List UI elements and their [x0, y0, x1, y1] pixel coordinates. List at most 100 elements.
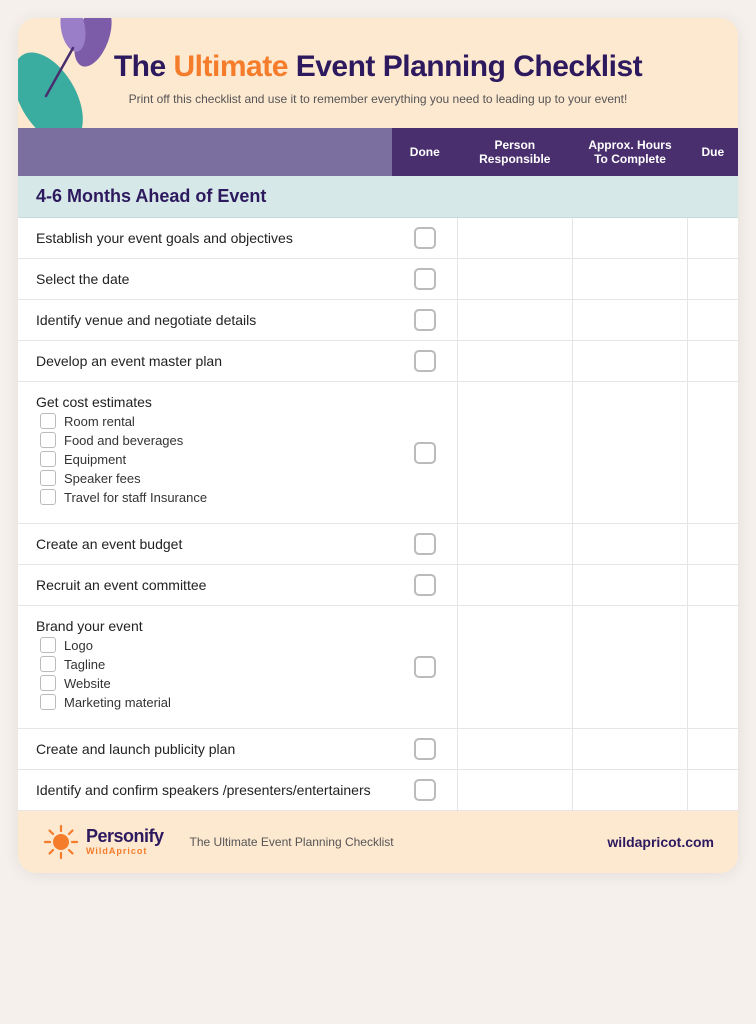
sub-checkbox[interactable] [40, 694, 56, 710]
due-cell [688, 565, 738, 606]
hours-cell [572, 606, 687, 729]
table-row: Brand your event Logo Tagline Website Market… [18, 606, 738, 729]
due-cell [688, 218, 738, 259]
sub-checkbox[interactable] [40, 489, 56, 505]
task-cell: Create and launch publicity plan [18, 729, 392, 770]
col-header-hours: Approx. Hours To Complete [572, 128, 687, 176]
footer-website: wildapricot.com [607, 834, 714, 850]
header: The Ultimate Event Planning Checklist Pr… [18, 18, 738, 128]
footer-doc-title: The Ultimate Event Planning Checklist [190, 835, 394, 849]
sub-items-list: Logo Tagline Website Marketing material [40, 637, 382, 710]
header-subtitle: Print off this checklist and use it to r… [114, 92, 642, 106]
done-checkbox[interactable] [414, 656, 436, 678]
col-header-task [18, 128, 392, 176]
done-checkbox[interactable] [414, 309, 436, 331]
done-checkbox[interactable] [414, 533, 436, 555]
sub-item: Room rental [40, 413, 382, 429]
task-cell: Develop an event master plan [18, 341, 392, 382]
task-text: Get cost estimates [36, 394, 382, 410]
table-header-row: Done Person Responsible Approx. Hours To… [18, 128, 738, 176]
task-cell: Select the date [18, 259, 392, 300]
personify-brand-name: Personify WildApricot [86, 827, 164, 857]
done-checkbox[interactable] [414, 268, 436, 290]
done-cell [392, 300, 457, 341]
hours-cell [572, 259, 687, 300]
task-cell: Brand your event Logo Tagline Website Market… [18, 606, 392, 729]
hours-cell [572, 770, 687, 811]
person-cell [457, 729, 572, 770]
sub-item: Equipment [40, 451, 382, 467]
table-row: Identify and confirm speakers /presenter… [18, 770, 738, 811]
done-checkbox[interactable] [414, 350, 436, 372]
table-row: Recruit an event committee [18, 565, 738, 606]
person-cell [457, 770, 572, 811]
checklist-body: 4-6 Months Ahead of Event Establish your … [18, 176, 738, 811]
task-text: Recruit an event committee [36, 577, 382, 593]
task-cell: Recruit an event committee [18, 565, 392, 606]
task-cell: Establish your event goals and objective… [18, 218, 392, 259]
done-cell [392, 524, 457, 565]
person-cell [457, 565, 572, 606]
section-header-row: 4-6 Months Ahead of Event [18, 176, 738, 218]
hours-cell [572, 382, 687, 524]
done-checkbox[interactable] [414, 779, 436, 801]
task-text: Identify and confirm speakers /presenter… [36, 782, 382, 798]
sub-checkbox[interactable] [40, 675, 56, 691]
sub-item: Marketing material [40, 694, 382, 710]
footer-left: Personify WildApricot The Ultimate Event… [42, 823, 394, 861]
sub-item-text: Website [64, 676, 111, 691]
done-cell [392, 770, 457, 811]
sub-item: Tagline [40, 656, 382, 672]
due-cell [688, 300, 738, 341]
task-text: Develop an event master plan [36, 353, 382, 369]
sub-checkbox[interactable] [40, 413, 56, 429]
hours-cell [572, 218, 687, 259]
personify-icon [42, 823, 80, 861]
person-cell [457, 606, 572, 729]
due-cell [688, 259, 738, 300]
title-pre: The [114, 50, 174, 83]
person-cell [457, 524, 572, 565]
due-cell [688, 729, 738, 770]
task-cell: Identify and confirm speakers /presenter… [18, 770, 392, 811]
done-cell [392, 606, 457, 729]
task-text: Select the date [36, 271, 382, 287]
title-post: Event Planning Checklist [288, 50, 642, 83]
hours-cell [572, 524, 687, 565]
table-row: Create and launch publicity plan [18, 729, 738, 770]
task-text: Establish your event goals and objective… [36, 230, 382, 246]
task-text: Create an event budget [36, 536, 382, 552]
done-checkbox[interactable] [414, 227, 436, 249]
sub-checkbox[interactable] [40, 470, 56, 486]
hours-cell [572, 729, 687, 770]
sub-item-text: Tagline [64, 657, 105, 672]
person-cell [457, 382, 572, 524]
task-text: Identify venue and negotiate details [36, 312, 382, 328]
done-checkbox[interactable] [414, 574, 436, 596]
sub-checkbox[interactable] [40, 451, 56, 467]
sub-item: Speaker fees [40, 470, 382, 486]
sub-item: Logo [40, 637, 382, 653]
header-title: The Ultimate Event Planning Checklist [114, 50, 642, 85]
hours-cell [572, 300, 687, 341]
hours-cell [572, 341, 687, 382]
done-cell [392, 729, 457, 770]
done-checkbox[interactable] [414, 442, 436, 464]
page-container: The Ultimate Event Planning Checklist Pr… [18, 18, 738, 873]
sub-item-text: Travel for staff Insurance [64, 490, 207, 505]
sub-checkbox[interactable] [40, 432, 56, 448]
sub-checkbox[interactable] [40, 637, 56, 653]
footer: Personify WildApricot The Ultimate Event… [18, 811, 738, 873]
task-text: Brand your event [36, 618, 382, 634]
due-cell [688, 606, 738, 729]
due-cell [688, 341, 738, 382]
done-checkbox[interactable] [414, 738, 436, 760]
sub-item-text: Speaker fees [64, 471, 141, 486]
done-cell [392, 382, 457, 524]
col-header-person: Person Responsible [457, 128, 572, 176]
sub-item: Food and beverages [40, 432, 382, 448]
person-cell [457, 259, 572, 300]
table-row: Select the date [18, 259, 738, 300]
sub-checkbox[interactable] [40, 656, 56, 672]
table-row: Create an event budget [18, 524, 738, 565]
